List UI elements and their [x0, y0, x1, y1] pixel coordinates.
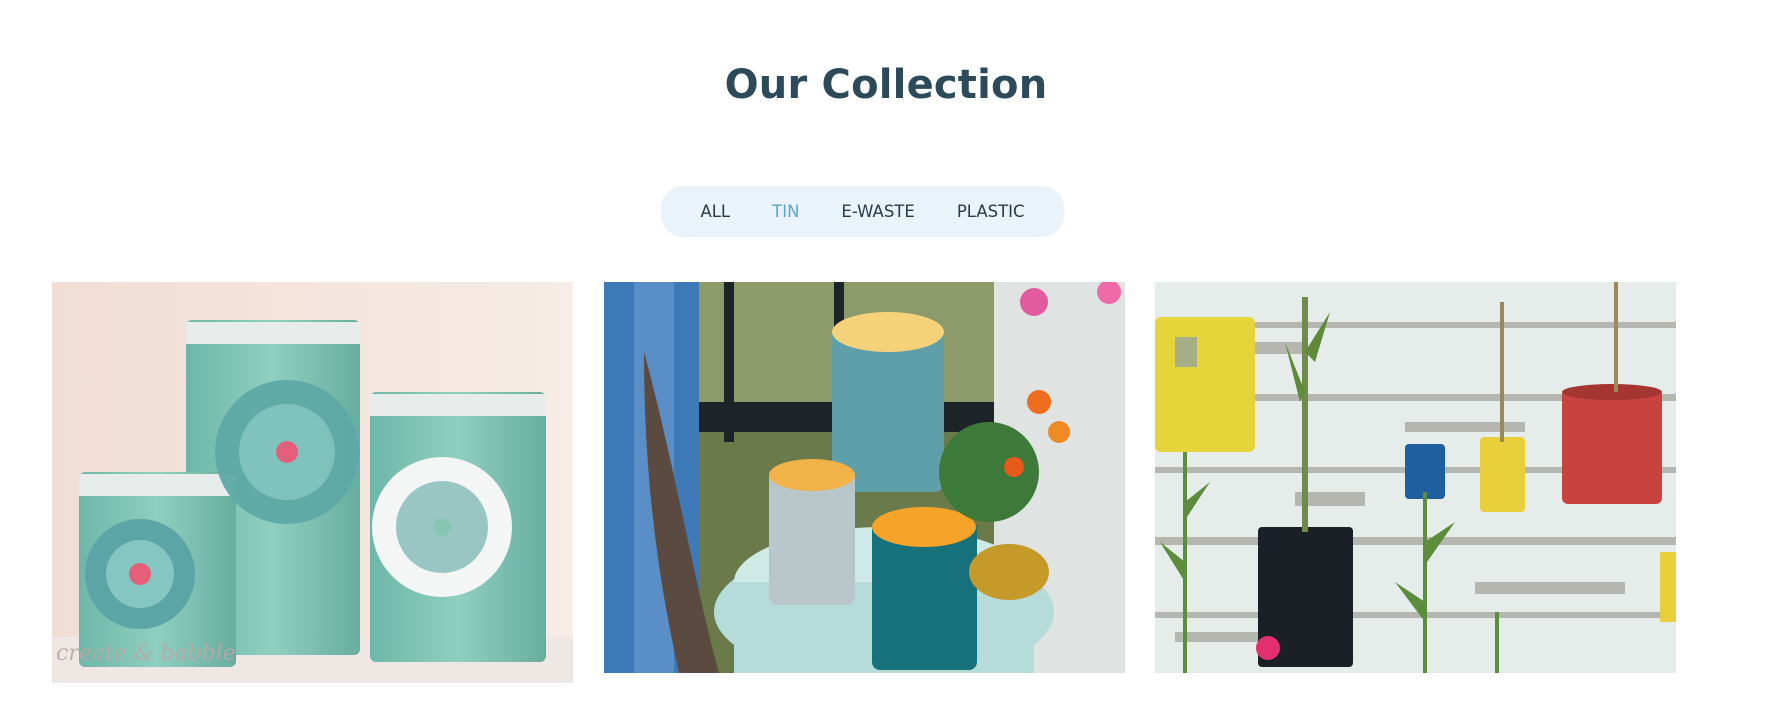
gallery-item-teal-cans[interactable]: create & babble [52, 282, 573, 683]
gallery-item-tin-lanterns[interactable] [604, 282, 1125, 673]
tin-planters-image [1155, 282, 1676, 673]
filter-bar: ALL TIN E-WASTE PLASTIC [661, 186, 1064, 237]
filter-ewaste-button[interactable]: E-WASTE [820, 186, 935, 237]
watermark-text: create & babble [56, 641, 236, 666]
gallery-item-tin-planters[interactable] [1155, 282, 1676, 673]
tin-lanterns-image [604, 282, 1125, 673]
filter-all-button[interactable]: ALL [679, 186, 751, 237]
teal-cans-image: create & babble [52, 282, 573, 683]
filter-tin-button[interactable]: TIN [751, 186, 820, 237]
filter-plastic-button[interactable]: PLASTIC [936, 186, 1046, 237]
section-title: Our Collection [724, 62, 1048, 108]
